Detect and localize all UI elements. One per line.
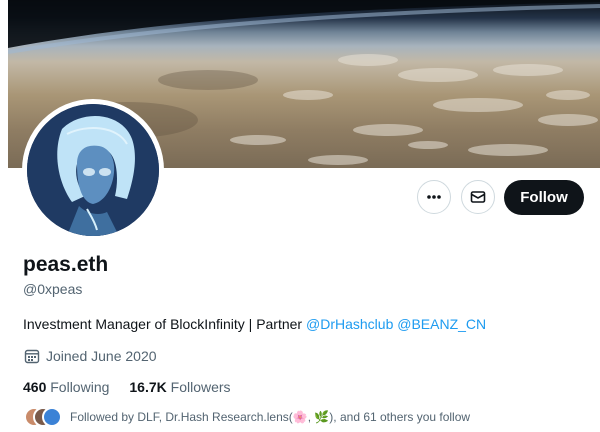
followers-count: 16.7K <box>129 379 167 395</box>
profile-handle: @0xpeas <box>23 281 83 297</box>
following-link[interactable]: 460 Following <box>23 379 109 395</box>
followers-you-know[interactable]: Followed by DLF, Dr.Hash Research.lens(🌸… <box>24 407 470 427</box>
followers-label: Followers <box>170 379 231 395</box>
bio-text: Investment Manager of BlockInfinity | Pa… <box>23 316 306 332</box>
mutual-avatars <box>24 407 62 427</box>
envelope-icon <box>470 191 486 203</box>
followed-by-text: Followed by DLF, Dr.Hash Research.lens(🌸… <box>70 410 471 424</box>
profile-avatar[interactable] <box>22 99 164 241</box>
profile-bio: Investment Manager of BlockInfinity | Pa… <box>23 316 486 332</box>
followers-link[interactable]: 16.7K Followers <box>129 379 230 395</box>
join-date-text: Joined June 2020 <box>46 348 157 364</box>
follow-button[interactable]: Follow <box>504 180 584 215</box>
calendar-icon <box>24 349 40 364</box>
mutual-avatar-3 <box>42 407 62 427</box>
follow-stats: 460 Following 16.7K Followers <box>23 379 231 395</box>
following-label: Following <box>50 379 110 395</box>
mention-link-beanz-cn[interactable]: @BEANZ_CN <box>397 316 486 332</box>
more-horizontal-icon <box>427 195 441 199</box>
join-date: Joined June 2020 <box>24 348 157 364</box>
avatar-image <box>27 104 159 236</box>
message-button[interactable] <box>461 180 495 214</box>
more-options-button[interactable] <box>417 180 451 214</box>
profile-name: peas.eth <box>23 253 109 276</box>
mention-link-drhashclub[interactable]: @DrHashclub <box>306 316 393 332</box>
following-count: 460 <box>23 379 47 395</box>
